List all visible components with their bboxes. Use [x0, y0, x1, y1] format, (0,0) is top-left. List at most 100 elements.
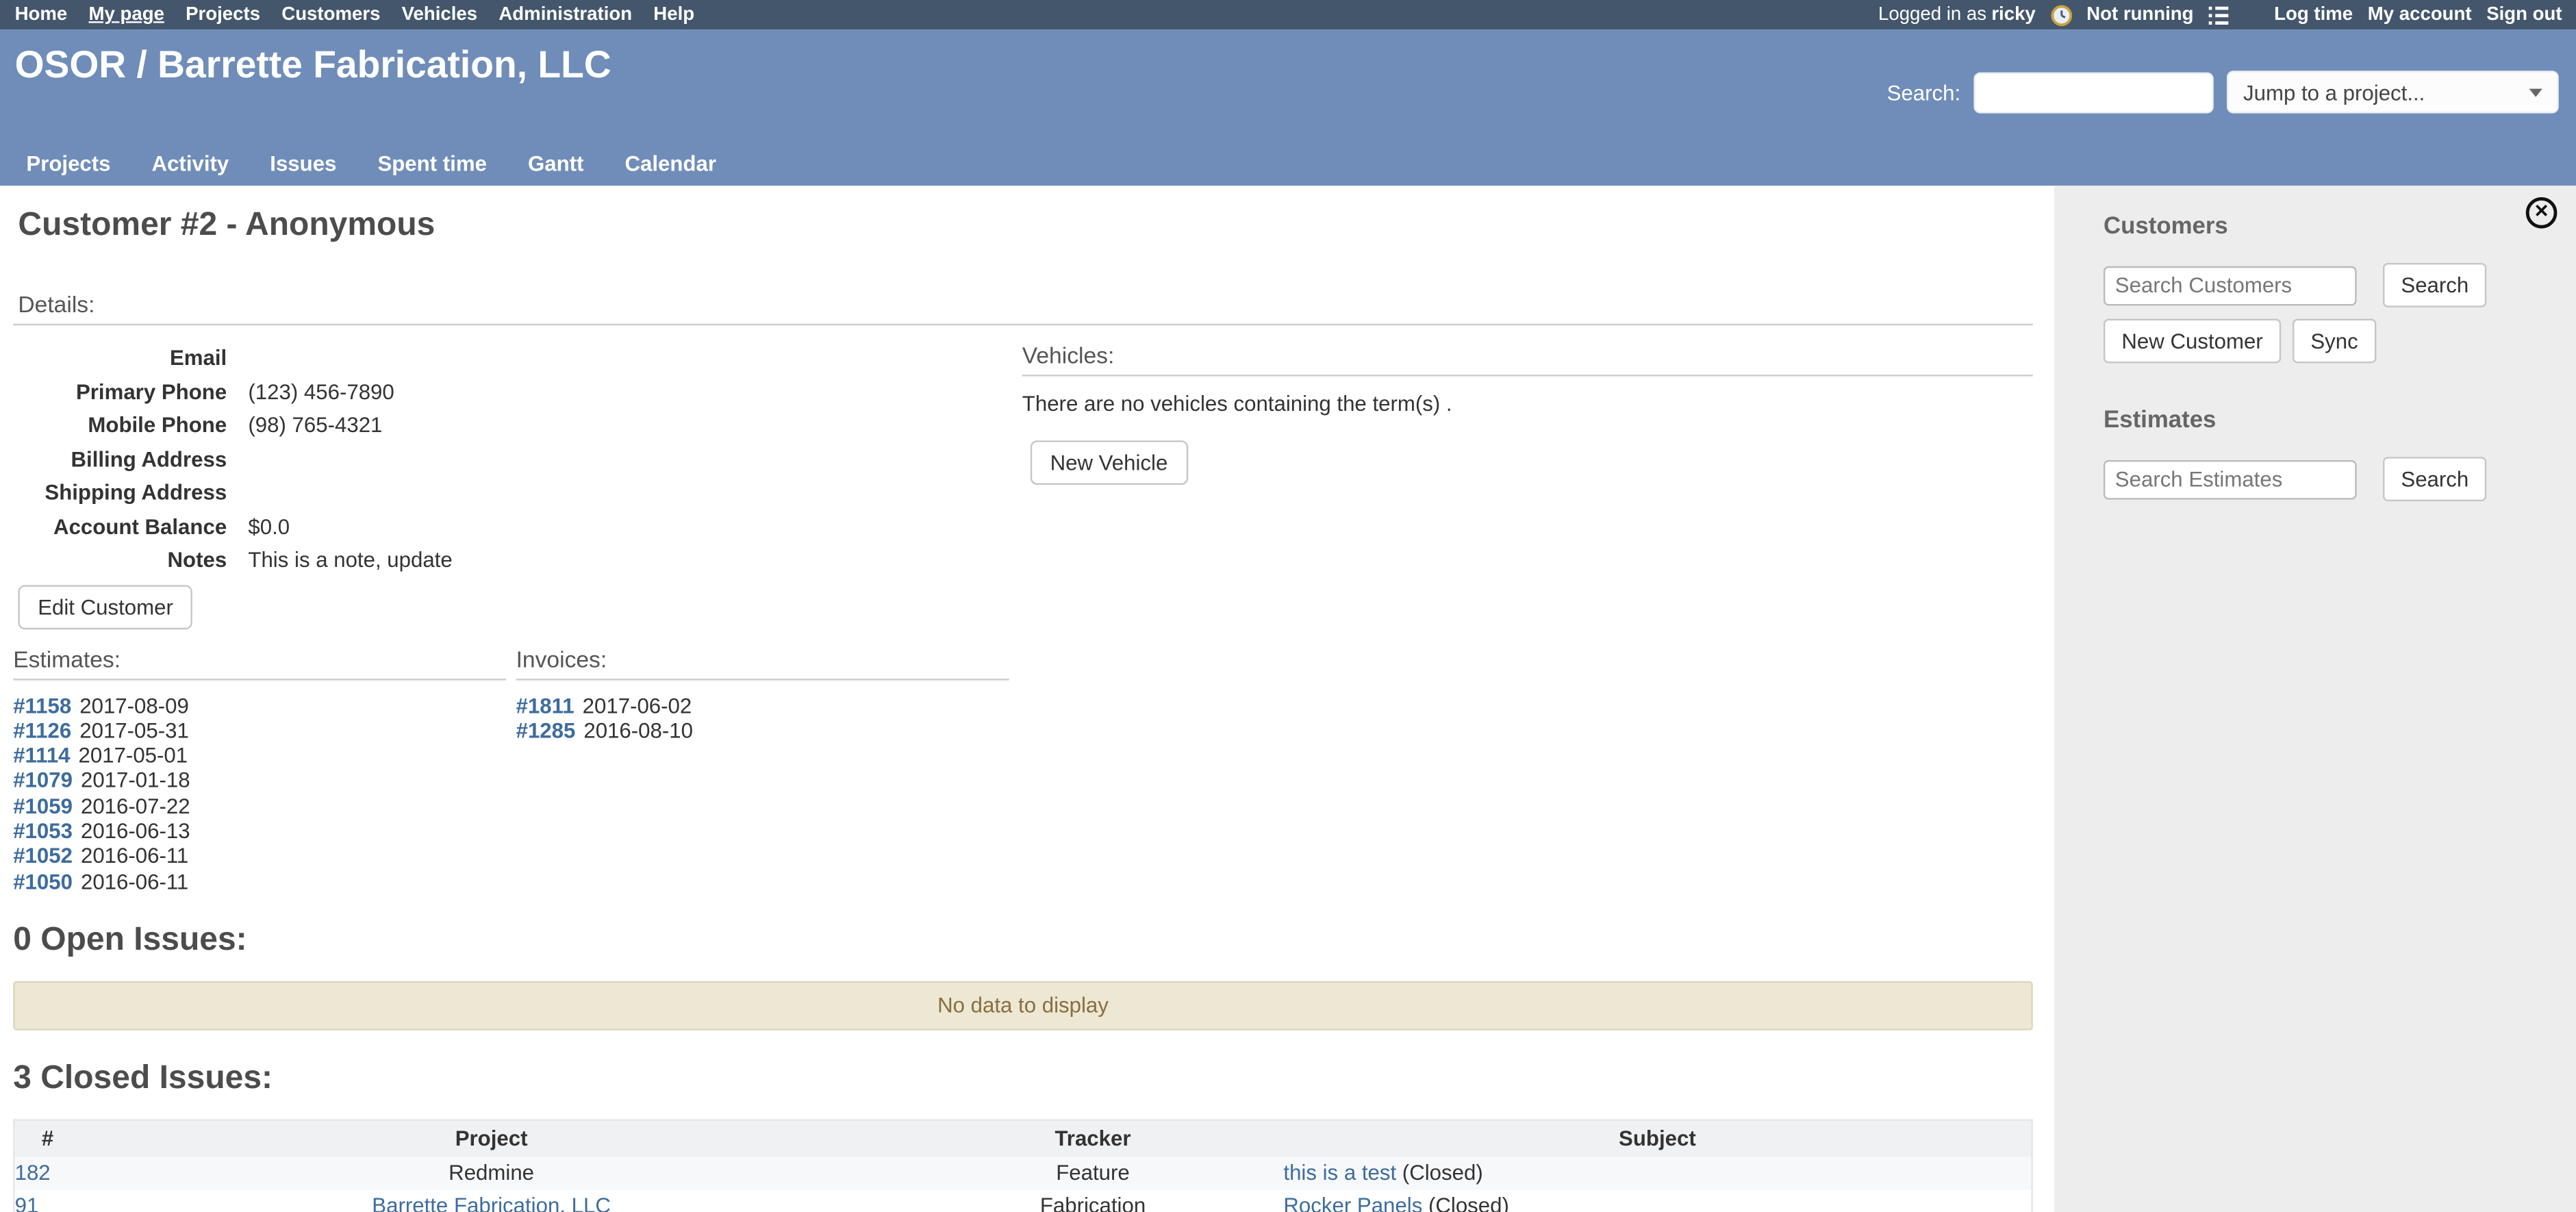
- table-header-row: # Project Tracker Subject: [14, 1120, 2032, 1157]
- issue-status: (Closed): [1396, 1161, 1483, 1185]
- sidebar-customers-heading: Customers: [2104, 214, 2576, 242]
- detail-label: Account Balance: [13, 510, 227, 544]
- edit-customer-button[interactable]: Edit Customer: [18, 584, 192, 629]
- estimate-date: 2017-01-18: [81, 768, 190, 793]
- timer-status[interactable]: Not running: [2086, 5, 2193, 25]
- main-content: Customer #2 - Anonymous Details: Email P…: [0, 186, 2054, 1212]
- estimate-item: #1079 2017-01-18: [13, 768, 506, 794]
- estimate-link[interactable]: #1052: [13, 844, 73, 868]
- timer-clock-icon: [2050, 4, 2071, 25]
- estimate-date: 2017-05-01: [79, 743, 188, 768]
- invoice-item: #1285 2016-08-10: [516, 718, 1009, 743]
- detail-label: Shipping Address: [13, 477, 227, 510]
- estimate-item: #11582017-08-09: [13, 693, 506, 718]
- detail-value: This is a note, update: [227, 544, 453, 577]
- estimate-item: #1052 2016-06-11: [13, 844, 506, 869]
- table-row: 182 Redmine Feature this is a test (Clos…: [14, 1157, 2032, 1189]
- tab-projects[interactable]: Projects: [26, 151, 110, 176]
- column-header-id: #: [14, 1120, 80, 1157]
- detail-value: [227, 342, 248, 375]
- estimate-link[interactable]: #1114: [13, 743, 70, 768]
- detail-value: [227, 443, 248, 477]
- customers-search-button[interactable]: Search: [2383, 263, 2487, 307]
- new-customer-button[interactable]: New Customer: [2104, 319, 2281, 364]
- closed-issues-table: # Project Tracker Subject 182 Redmine Fe…: [13, 1119, 2033, 1212]
- top-menu-help[interactable]: Help: [653, 5, 694, 25]
- issue-id-link[interactable]: 91: [15, 1194, 39, 1212]
- estimates-search-button[interactable]: Search: [2383, 457, 2487, 501]
- top-menu-right: Logged in asricky Not running Log time: [1878, 4, 2562, 25]
- customers-search-input[interactable]: [2104, 266, 2357, 305]
- top-menu-my-page[interactable]: My page: [88, 5, 164, 25]
- issue-id-link[interactable]: 182: [15, 1161, 51, 1185]
- jump-to-project-select[interactable]: Jump to a project...: [2227, 71, 2559, 113]
- estimate-link[interactable]: #1126: [13, 718, 71, 742]
- issue-tracker: Feature: [902, 1157, 1284, 1189]
- estimate-date: 2016-06-11: [81, 844, 188, 868]
- new-vehicle-button[interactable]: New Vehicle: [1031, 440, 1187, 485]
- header-band: OSOR / Barrette Fabrication, LLC Search:…: [0, 29, 2576, 186]
- username: ricky: [1991, 5, 2035, 25]
- time-entries-list-icon[interactable]: [2208, 5, 2228, 23]
- top-menu-bar: Home My page Projects Customers Vehicles…: [0, 0, 2576, 29]
- estimate-link[interactable]: #1158: [13, 693, 71, 718]
- sidebar: ✕ Customers Search New Customer Sync Est…: [2054, 186, 2576, 1212]
- detail-row-shipping-address: Shipping Address: [13, 477, 1022, 510]
- estimate-item: #10592016-07-22: [13, 793, 506, 818]
- estimate-link[interactable]: #1050: [13, 869, 73, 894]
- column-header-project: Project: [81, 1120, 902, 1157]
- estimate-date: 2016-06-13: [81, 818, 190, 843]
- estimate-date: 2017-05-31: [79, 718, 189, 742]
- tab-activity[interactable]: Activity: [152, 151, 229, 176]
- jump-to-project-value: Jump to a project...: [2243, 79, 2425, 104]
- close-icon[interactable]: ✕: [2526, 197, 2558, 229]
- detail-value: [227, 477, 248, 510]
- top-menu-vehicles[interactable]: Vehicles: [402, 5, 478, 25]
- detail-label: Billing Address: [13, 443, 227, 477]
- sidebar-estimates-heading: Estimates: [2104, 407, 2576, 435]
- top-menu-administration[interactable]: Administration: [498, 5, 632, 25]
- estimate-item: #1114 2017-05-01: [13, 743, 506, 768]
- issue-project: Redmine: [449, 1161, 534, 1185]
- invoice-link[interactable]: #1811: [516, 693, 574, 718]
- sign-out-link[interactable]: Sign out: [2486, 5, 2562, 25]
- tab-spent-time[interactable]: Spent time: [377, 151, 487, 176]
- estimates-list: #11582017-08-09 #1126 2017-05-31 #1114 201…: [13, 693, 506, 894]
- detail-label: Mobile Phone: [13, 409, 227, 443]
- tab-issues[interactable]: Issues: [270, 151, 336, 176]
- search-label: Search:: [1887, 79, 1961, 104]
- customer-details: Email Primary Phone (123) 456-7890 Mobil…: [13, 342, 1022, 629]
- top-menu-home[interactable]: Home: [15, 5, 68, 25]
- sync-button[interactable]: Sync: [2293, 319, 2376, 364]
- detail-value: (98) 765-4321: [227, 409, 382, 443]
- estimate-link[interactable]: #1053: [13, 818, 73, 843]
- top-menu-customers[interactable]: Customers: [281, 5, 380, 25]
- detail-label: Notes: [13, 544, 227, 577]
- issue-tracker: Fabrication: [902, 1189, 1284, 1212]
- search-input[interactable]: [1973, 71, 2213, 112]
- detail-row-billing-address: Billing Address: [13, 443, 1022, 477]
- issue-subject-link[interactable]: this is a test: [1283, 1161, 1396, 1185]
- column-header-tracker: Tracker: [902, 1120, 1284, 1157]
- logged-in-prefix: Logged in as: [1878, 5, 1986, 25]
- top-menu-projects[interactable]: Projects: [186, 5, 260, 25]
- invoice-item: #18112017-06-02: [516, 693, 1009, 718]
- issue-project-link[interactable]: Barrette Fabrication, LLC: [372, 1194, 611, 1212]
- issue-subject-link[interactable]: Rocker Panels: [1283, 1194, 1422, 1212]
- my-account-link[interactable]: My account: [2368, 5, 2472, 25]
- chevron-down-icon: [2529, 88, 2542, 96]
- estimate-link[interactable]: #1059: [13, 793, 73, 818]
- invoice-link[interactable]: #1285: [516, 718, 576, 742]
- tab-gantt[interactable]: Gantt: [528, 151, 583, 176]
- detail-row-primary-phone: Primary Phone (123) 456-7890: [13, 375, 1022, 409]
- customers-actions-row: New Customer Sync: [2104, 319, 2576, 364]
- invoice-date: 2016-08-10: [583, 718, 693, 742]
- app-window: Home My page Projects Customers Vehicles…: [0, 0, 2576, 1212]
- customers-search-row: Search: [2104, 263, 2576, 307]
- vehicles-divider: [1022, 375, 2033, 376]
- log-time-link[interactable]: Log time: [2274, 5, 2353, 25]
- estimates-list-section: Estimates: #11582017-08-09 #11262017-05-…: [13, 645, 506, 894]
- estimates-search-input[interactable]: [2104, 459, 2357, 499]
- estimate-link[interactable]: #1079: [13, 768, 73, 793]
- tab-calendar[interactable]: Calendar: [624, 151, 716, 176]
